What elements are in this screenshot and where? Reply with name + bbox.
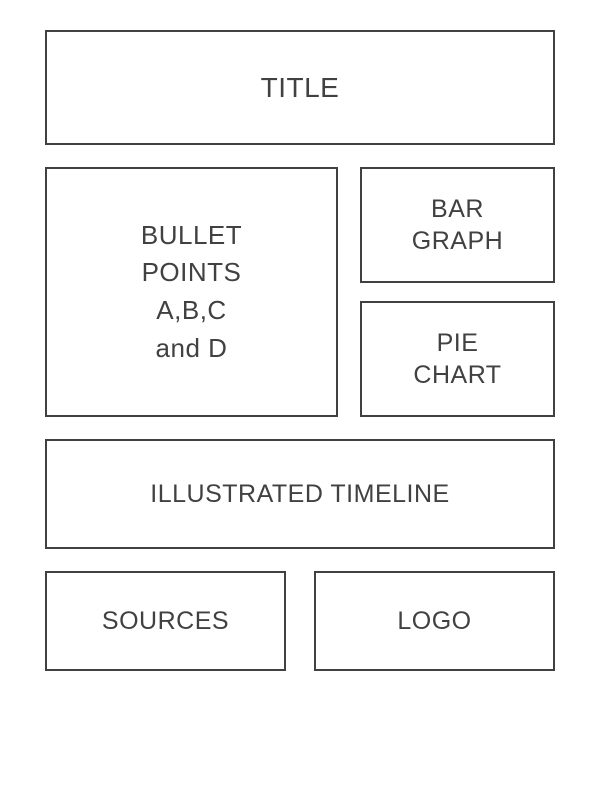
bar-graph-block: BAR GRAPH [360,167,555,283]
right-column: BAR GRAPH PIE CHART [360,167,555,417]
pie-text-wrapper: PIE CHART [413,327,501,392]
title-label: TITLE [261,72,340,104]
row-two: BULLET POINTS A,B,C and D BAR GRAPH PIE … [45,167,555,417]
bullet-line-1: BULLET [141,217,242,255]
row-four: SOURCES LOGO [45,571,555,671]
bullet-line-3: A,B,C [141,292,242,330]
bullet-line-2: POINTS [141,254,242,292]
logo-block: LOGO [314,571,555,671]
title-block: TITLE [45,30,555,145]
bullet-text-wrapper: BULLET POINTS A,B,C and D [141,217,242,368]
timeline-label: ILLUSTRATED TIMELINE [150,480,449,509]
bar-line-2: GRAPH [412,225,503,258]
bullet-points-block: BULLET POINTS A,B,C and D [45,167,338,417]
sources-block: SOURCES [45,571,286,671]
bullet-line-4: and D [141,330,242,368]
pie-line-2: CHART [413,359,501,392]
pie-chart-block: PIE CHART [360,301,555,417]
sources-label: SOURCES [102,607,229,636]
timeline-block: ILLUSTRATED TIMELINE [45,439,555,549]
pie-line-1: PIE [413,327,501,360]
bar-text-wrapper: BAR GRAPH [412,193,503,258]
bar-line-1: BAR [412,193,503,226]
logo-label: LOGO [397,607,471,636]
